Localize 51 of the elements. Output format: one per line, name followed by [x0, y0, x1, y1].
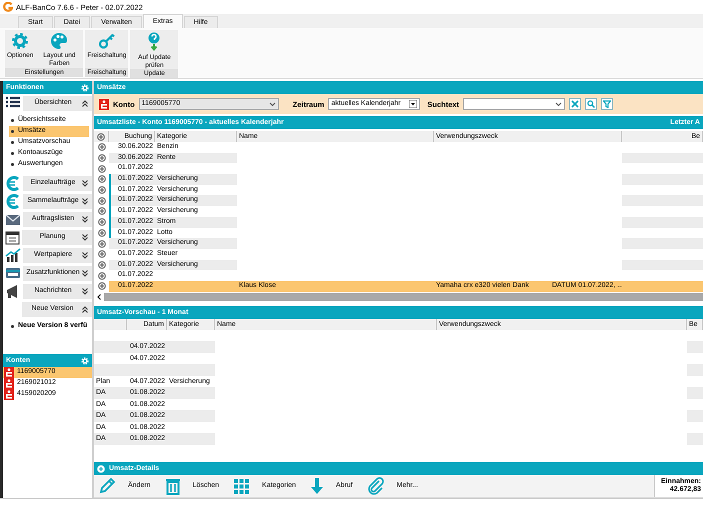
- expand-icon[interactable]: [98, 260, 106, 269]
- expand-icon[interactable]: [98, 143, 106, 152]
- bank-icon: [4, 367, 14, 378]
- expand-icon[interactable]: [98, 272, 106, 280]
- bank-icon: [4, 389, 14, 400]
- key-icon: [98, 32, 116, 50]
- gear-icon: [11, 32, 30, 50]
- expand-icon[interactable]: [98, 240, 106, 248]
- expand-icon[interactable]: [98, 175, 106, 184]
- expand-icon[interactable]: [98, 154, 106, 162]
- bank-icon: [99, 98, 109, 110]
- grid-icon: [233, 478, 250, 494]
- filter-icon: [603, 100, 612, 108]
- list-icon: [5, 96, 21, 110]
- bank-icon: [4, 378, 14, 389]
- chart-icon: [5, 248, 21, 262]
- expand-icon[interactable]: [97, 132, 105, 140]
- app-logo: [3, 2, 13, 12]
- search-field[interactable]: [463, 98, 566, 110]
- table-cell: [94, 341, 127, 353]
- euro-icon: [5, 176, 21, 190]
- envelope-icon: [5, 212, 21, 226]
- expand-icon[interactable]: [98, 218, 106, 226]
- table-cell: [94, 364, 127, 376]
- expand-icon[interactable]: [98, 164, 106, 173]
- palette-icon: [50, 32, 68, 50]
- search-button[interactable]: [585, 98, 598, 110]
- expand-icon[interactable]: [98, 282, 106, 290]
- expand-icon[interactable]: [98, 250, 106, 258]
- paperclip-icon: [366, 477, 385, 495]
- settings-icon[interactable]: [81, 84, 89, 92]
- euro-icon: [5, 194, 21, 208]
- close-icon: [571, 100, 580, 108]
- scrollbar-track[interactable]: [104, 292, 703, 301]
- scroll-left-button[interactable]: [96, 292, 102, 301]
- expand-icon[interactable]: [98, 207, 106, 216]
- down-arrow-icon: [310, 477, 324, 495]
- caret-icon: [409, 100, 418, 108]
- card-icon: [5, 266, 21, 280]
- caret-icon: [555, 102, 562, 106]
- calendar-icon: [5, 230, 20, 244]
- expand-icon[interactable]: [98, 196, 106, 205]
- expand-icon[interactable]: [98, 186, 106, 194]
- caret-icon: [268, 102, 276, 106]
- clear-button[interactable]: [569, 98, 582, 110]
- expand-icon[interactable]: [98, 228, 106, 237]
- settings-icon[interactable]: [81, 356, 89, 364]
- search-icon: [587, 100, 596, 108]
- pencil-icon: [98, 477, 116, 495]
- filter-button[interactable]: [601, 98, 614, 110]
- trash-icon: [164, 477, 181, 495]
